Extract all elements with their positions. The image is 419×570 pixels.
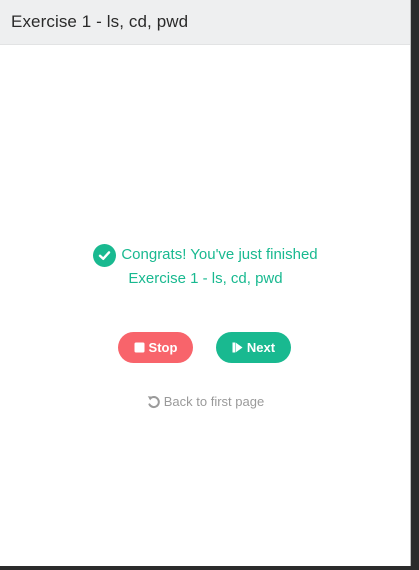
stop-label: Stop — [148, 340, 178, 355]
stop-icon — [134, 342, 145, 353]
back-label: Back to first page — [163, 394, 265, 409]
action-buttons: Stop Next — [0, 332, 410, 363]
completion-message: Congrats! You've just finished Exercise … — [0, 243, 410, 291]
undo-icon — [147, 395, 161, 409]
next-label: Next — [246, 340, 276, 355]
check-circle-icon — [93, 243, 117, 267]
next-button[interactable]: Next — [216, 332, 291, 363]
completion-text: Congrats! You've just finished — [121, 246, 318, 263]
header-bar: Exercise 1 - ls, cd, pwd — [0, 0, 410, 45]
exercise-name: Exercise 1 - ls, cd, pwd — [128, 270, 283, 287]
step-forward-icon — [232, 342, 243, 353]
completion-line-1: Congrats! You've just finished — [0, 243, 410, 267]
exercise-window: Exercise 1 - ls, cd, pwd Congrats! You'v… — [0, 0, 411, 566]
back-to-first-page-link[interactable]: Back to first page — [0, 394, 410, 409]
main-content: Congrats! You've just finished Exercise … — [0, 45, 410, 566]
page-title: Exercise 1 - ls, cd, pwd — [11, 12, 189, 31]
stop-button[interactable]: Stop — [118, 332, 193, 363]
